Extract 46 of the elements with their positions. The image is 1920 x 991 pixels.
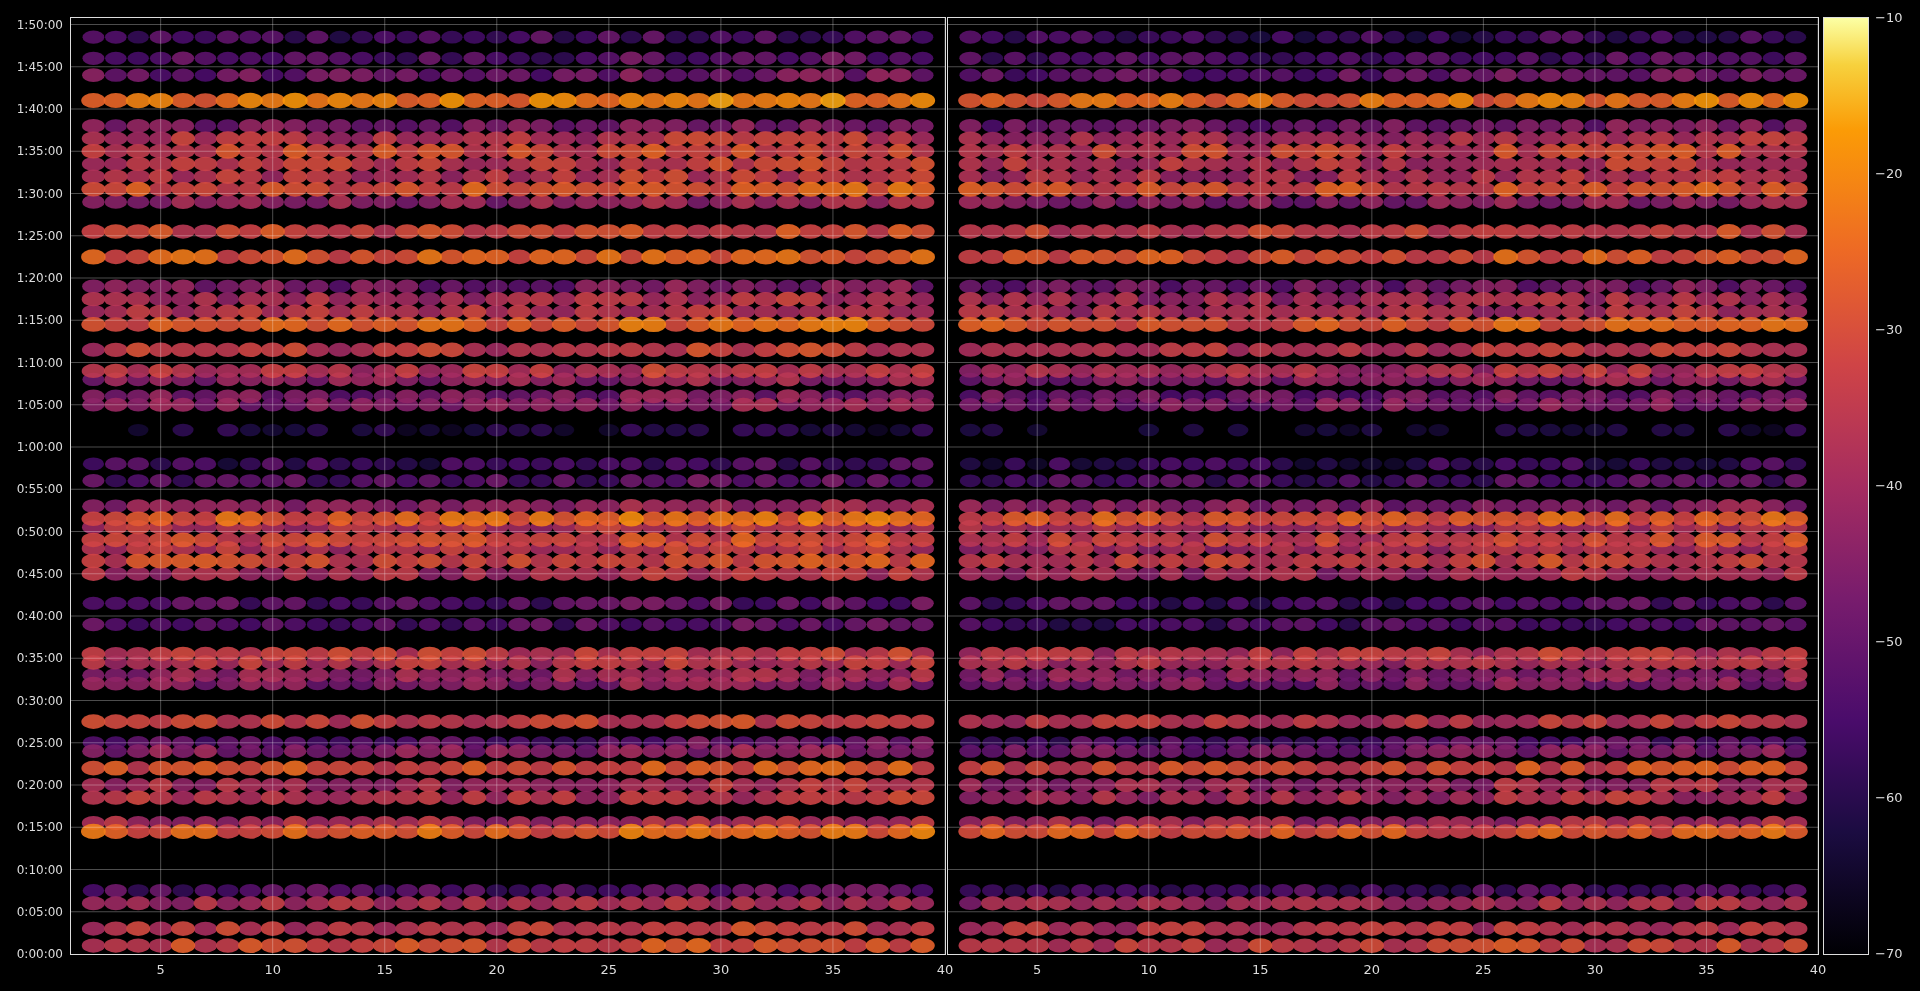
x-tick-label: 5 (156, 961, 165, 979)
y-tick-label: 0:30:00 (16, 693, 63, 708)
y-tick-label: 1:30:00 (16, 186, 63, 201)
y-tick-label: 0:40:00 (16, 609, 63, 623)
y-tick-label: 1:40:00 (16, 102, 63, 116)
colorbar-tick-label: −10 (1875, 11, 1903, 25)
y-tick-label: 0:50:00 (16, 524, 63, 539)
y-tick-label: 0:00:00 (16, 947, 63, 961)
y-tick-label: 1:50:00 (16, 17, 63, 32)
x-tick-label: 5 (1033, 961, 1042, 979)
y-tick-label: 0:05:00 (16, 904, 63, 919)
x-tick-label: 30 (1586, 961, 1604, 979)
x-tick-label: 35 (824, 961, 842, 979)
y-tick-label: 0:55:00 (16, 482, 63, 497)
y-tick-label: 1:20:00 (16, 271, 63, 285)
y-tick-label: 0:35:00 (16, 651, 63, 666)
x-tick-label: 10 (264, 961, 281, 979)
x-tick-label: 25 (600, 961, 618, 979)
x-tick-label: 25 (1475, 961, 1492, 979)
x-tick-label: 35 (1698, 961, 1715, 979)
x-tick-label: 15 (1252, 961, 1269, 979)
x-tick-label: 20 (488, 961, 506, 979)
y-tick-label: 0:25:00 (16, 735, 63, 750)
y-tick-label: 1:45:00 (16, 59, 63, 74)
colorbar-tick-label: −60 (1875, 791, 1903, 805)
x-tick-label: 20 (1363, 961, 1381, 979)
x-tick-label: 40 (1809, 961, 1827, 979)
y-tick-label: 1:10:00 (16, 355, 63, 370)
colorbar-tick-label: −40 (1875, 479, 1903, 493)
y-tick-label: 1:15:00 (16, 313, 63, 328)
y-tick-label: 0:10:00 (16, 862, 63, 877)
y-tick-label: 0:45:00 (16, 566, 63, 581)
colorbar-tick-label: −30 (1875, 323, 1903, 337)
y-tick-label: 0:15:00 (16, 820, 63, 835)
y-tick-label: 1:05:00 (16, 397, 63, 412)
x-tick-label: 30 (712, 961, 730, 979)
colorbar-tick-label: −50 (1875, 635, 1903, 649)
x-tick-label: 15 (376, 961, 393, 979)
y-tick-label: 0:20:00 (16, 778, 63, 792)
x-tick-label: 10 (1140, 961, 1158, 979)
y-tick-label: 1:25:00 (16, 228, 63, 243)
x-tick-label: 40 (936, 961, 954, 979)
y-tick-label: 1:00:00 (16, 440, 63, 454)
y-tick-label: 1:35:00 (16, 144, 63, 159)
colorbar-tick-label: −20 (1875, 167, 1903, 181)
colorbar-tick-label: −70 (1875, 947, 1903, 961)
